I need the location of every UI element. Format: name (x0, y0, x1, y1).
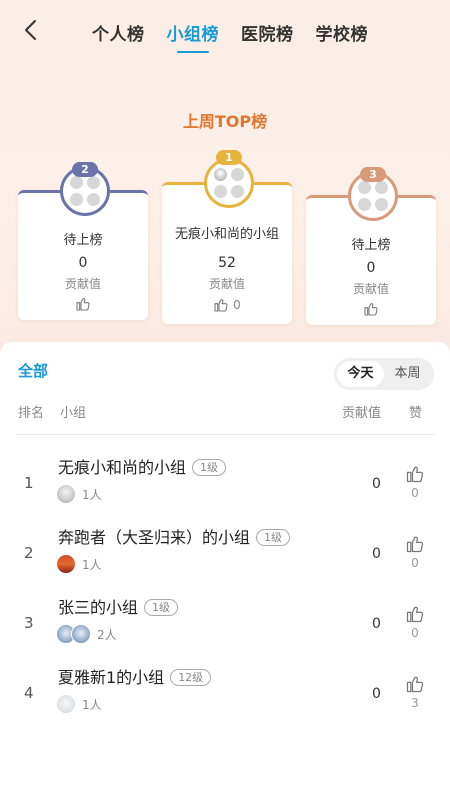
row-group-name: 无痕小和尚的小组 1级 (58, 454, 227, 478)
podium-name: 待上榜 (63, 233, 103, 248)
placeholder-avatar-icon (358, 181, 388, 211)
period-toggle: 今天 本周 (334, 358, 434, 390)
row-members: 1人 (56, 484, 102, 504)
period-week-option[interactable]: 本周 (384, 361, 431, 387)
podium-value: 0 (366, 260, 376, 276)
table-row[interactable]: 4 夏雅新1的小组 12级 1人 0 3 (0, 664, 450, 724)
group-name-text: 张三的小组 (58, 598, 139, 617)
table-row[interactable]: 3 张三的小组 1级 2人 0 0 (0, 594, 450, 654)
group-name-text: 无痕小和尚的小组 (58, 458, 187, 477)
podium-like[interactable] (306, 301, 436, 317)
chevron-left-icon (25, 20, 36, 40)
row-group-name: 张三的小组 1级 (58, 594, 179, 618)
row-like[interactable]: 0 (402, 534, 428, 570)
column-header-rank: 排名 (18, 406, 45, 421)
row-value: 0 (372, 476, 381, 492)
back-button[interactable] (18, 16, 46, 44)
member-count: 1人 (82, 487, 102, 502)
table-row[interactable]: 1 无痕小和尚的小组 1级 1人 0 0 (0, 454, 450, 514)
like-count: 0 (411, 556, 419, 570)
tab-personal[interactable]: 个人榜 (92, 20, 145, 45)
tab-bar: 个人榜 小组榜 医院榜 学校榜 (92, 20, 369, 53)
like-count: 3 (411, 696, 419, 710)
podium-like[interactable]: 0 (162, 297, 292, 313)
rank-badge-second: 2 (72, 162, 98, 177)
divider (16, 434, 434, 435)
row-value: 0 (372, 616, 381, 632)
row-like[interactable]: 0 (402, 604, 428, 640)
like-count: 0 (411, 626, 419, 640)
tab-group[interactable]: 小组榜 (167, 20, 220, 53)
avatar-stack (56, 624, 91, 644)
avatar (56, 484, 76, 504)
podium-name: 无痕小和尚的小组 (174, 227, 279, 242)
podium-like[interactable] (18, 296, 148, 312)
podium-value: 52 (218, 255, 236, 271)
row-like[interactable]: 0 (402, 464, 428, 500)
placeholder-avatar-icon (70, 176, 100, 206)
like-count: 0 (233, 298, 241, 312)
tab-hospital[interactable]: 医院榜 (241, 20, 294, 45)
podium-value-label: 贡献值 (352, 282, 389, 296)
row-members: 2人 (56, 624, 117, 644)
rank-badge-third: 3 (360, 167, 386, 182)
level-badge: 12级 (170, 669, 212, 686)
row-rank: 4 (24, 684, 34, 702)
row-group-name: 夏雅新1的小组 12级 (58, 664, 212, 688)
tab-school[interactable]: 学校榜 (316, 20, 369, 45)
row-rank: 3 (24, 614, 34, 632)
podium-name: 待上榜 (351, 238, 391, 253)
member-count: 1人 (82, 697, 102, 712)
thumbs-up-icon (363, 301, 379, 317)
group-avatar-icon (214, 168, 244, 198)
member-count: 1人 (82, 557, 102, 572)
group-name-text: 夏雅新1的小组 (58, 668, 165, 687)
level-badge: 1级 (144, 599, 179, 616)
row-value: 0 (372, 546, 381, 562)
level-badge: 1级 (256, 529, 291, 546)
thumbs-up-icon (75, 296, 91, 312)
row-group-name: 奔跑者（大圣归来）的小组 1级 (58, 524, 291, 548)
row-rank: 2 (24, 544, 34, 562)
row-like[interactable]: 3 (402, 674, 428, 710)
avatar (71, 624, 91, 644)
level-badge: 1级 (192, 459, 227, 476)
group-name-text: 奔跑者（大圣归来）的小组 (58, 528, 251, 547)
rank-badge-first: 1 (216, 150, 242, 165)
avatar (56, 694, 76, 714)
avatar (56, 554, 76, 574)
row-rank: 1 (24, 474, 34, 492)
column-header-likes: 赞 (409, 406, 423, 421)
column-header-group: 小组 (60, 406, 87, 421)
column-header-value: 贡献值 (342, 406, 382, 421)
avatar-first (204, 158, 254, 208)
member-count: 2人 (97, 627, 117, 642)
filter-all-tab[interactable]: 全部 (18, 360, 48, 381)
like-count: 0 (411, 486, 419, 500)
row-value: 0 (372, 686, 381, 702)
ranking-list-panel: 全部 今天 本周 排名 小组 贡献值 赞 1 无痕小和尚的小组 1级 1人 0 0… (0, 342, 450, 800)
table-row[interactable]: 2 奔跑者（大圣归来）的小组 1级 1人 0 0 (0, 524, 450, 584)
row-members: 1人 (56, 554, 102, 574)
thumbs-up-icon (402, 674, 428, 694)
thumbs-up-icon (213, 297, 229, 313)
thumbs-up-icon (402, 534, 428, 554)
week-top-title: 上周TOP榜 (182, 112, 268, 131)
thumbs-up-icon (402, 464, 428, 484)
thumbs-up-icon (402, 604, 428, 624)
header: 个人榜 小组榜 医院榜 学校榜 (0, 0, 450, 64)
podium-value-label: 贡献值 (64, 277, 101, 291)
period-today-option[interactable]: 今天 (337, 361, 384, 387)
podium-value: 0 (78, 255, 88, 271)
podium-value-label: 贡献值 (208, 277, 245, 291)
row-members: 1人 (56, 694, 102, 714)
